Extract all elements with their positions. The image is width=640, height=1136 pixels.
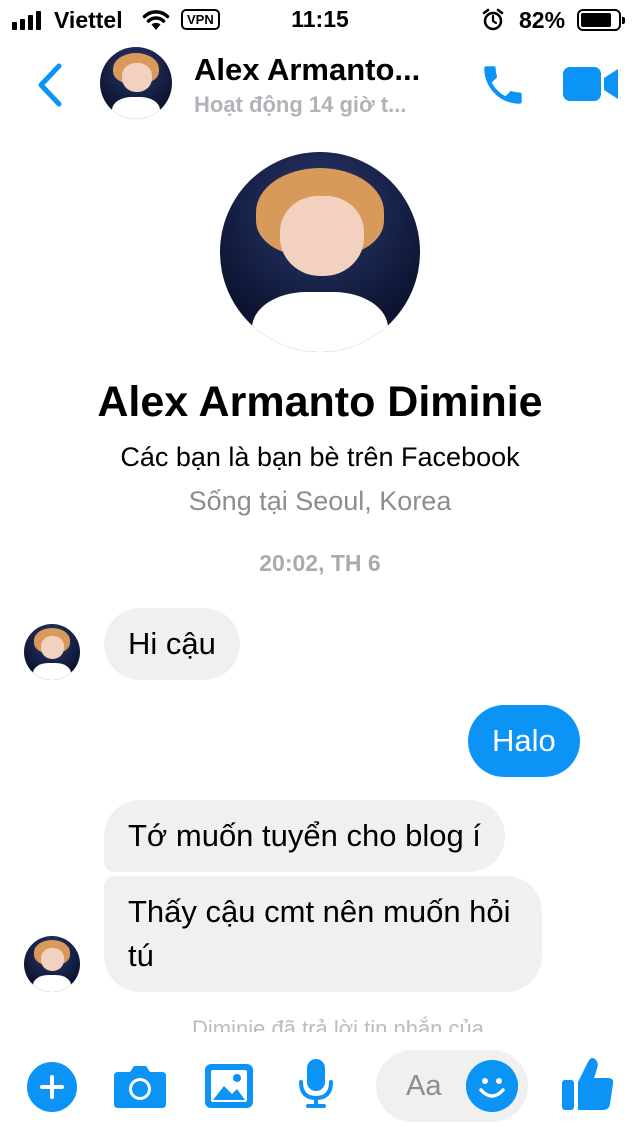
message-timestamp: 20:02, TH 6 bbox=[259, 550, 381, 576]
alarm-icon bbox=[482, 8, 504, 31]
phone-icon[interactable] bbox=[478, 60, 528, 110]
reply-notice-text: Diminie đã trả lời tin nhắn của bbox=[191, 1016, 484, 1032]
camera-icon[interactable] bbox=[113, 1062, 167, 1110]
profile-location: Sống tại Seoul, Korea bbox=[188, 486, 452, 516]
image-icon[interactable] bbox=[204, 1062, 254, 1110]
message-input-pill[interactable] bbox=[376, 1050, 528, 1122]
friends-note: Các bạn là bạn bè trên Facebook bbox=[120, 442, 520, 472]
message-bubble-incoming[interactable]: Tớ muốn tuyển cho blog í bbox=[104, 800, 505, 872]
active-status: Hoạt động 14 giờ t... bbox=[194, 92, 407, 117]
battery-icon bbox=[577, 9, 625, 31]
message-composer bbox=[0, 1034, 640, 1136]
contact-avatar[interactable] bbox=[100, 47, 172, 119]
message-bubble-incoming[interactable]: Hi cậu bbox=[104, 608, 240, 680]
sender-avatar[interactable] bbox=[24, 624, 80, 680]
contact-name[interactable]: Alex Armanto... bbox=[194, 52, 420, 88]
microphone-icon[interactable] bbox=[298, 1058, 334, 1112]
message-bubble-outgoing[interactable]: Halo bbox=[468, 705, 580, 777]
status-bar: Viettel VPN 11:15 82% bbox=[0, 0, 640, 40]
profile-name: Alex Armanto Diminie bbox=[97, 378, 543, 426]
message-bubble-incoming[interactable]: Thấy cậu cmt nên muốn hỏi tú bbox=[104, 876, 542, 992]
back-chevron-icon[interactable] bbox=[34, 62, 64, 108]
thumbs-up-icon[interactable] bbox=[561, 1056, 615, 1112]
sender-avatar[interactable] bbox=[24, 936, 80, 992]
profile-avatar[interactable] bbox=[220, 152, 420, 352]
video-camera-icon[interactable] bbox=[562, 64, 620, 104]
emoji-icon[interactable] bbox=[466, 1060, 518, 1112]
plus-icon[interactable] bbox=[27, 1062, 77, 1112]
conversation-header: Alex Armanto... Hoạt động 14 giờ t... bbox=[0, 40, 640, 130]
battery-percentage: 82% bbox=[519, 7, 566, 33]
reply-notice: Diminie đã trả lời tin nhắn của bbox=[0, 1016, 640, 1032]
